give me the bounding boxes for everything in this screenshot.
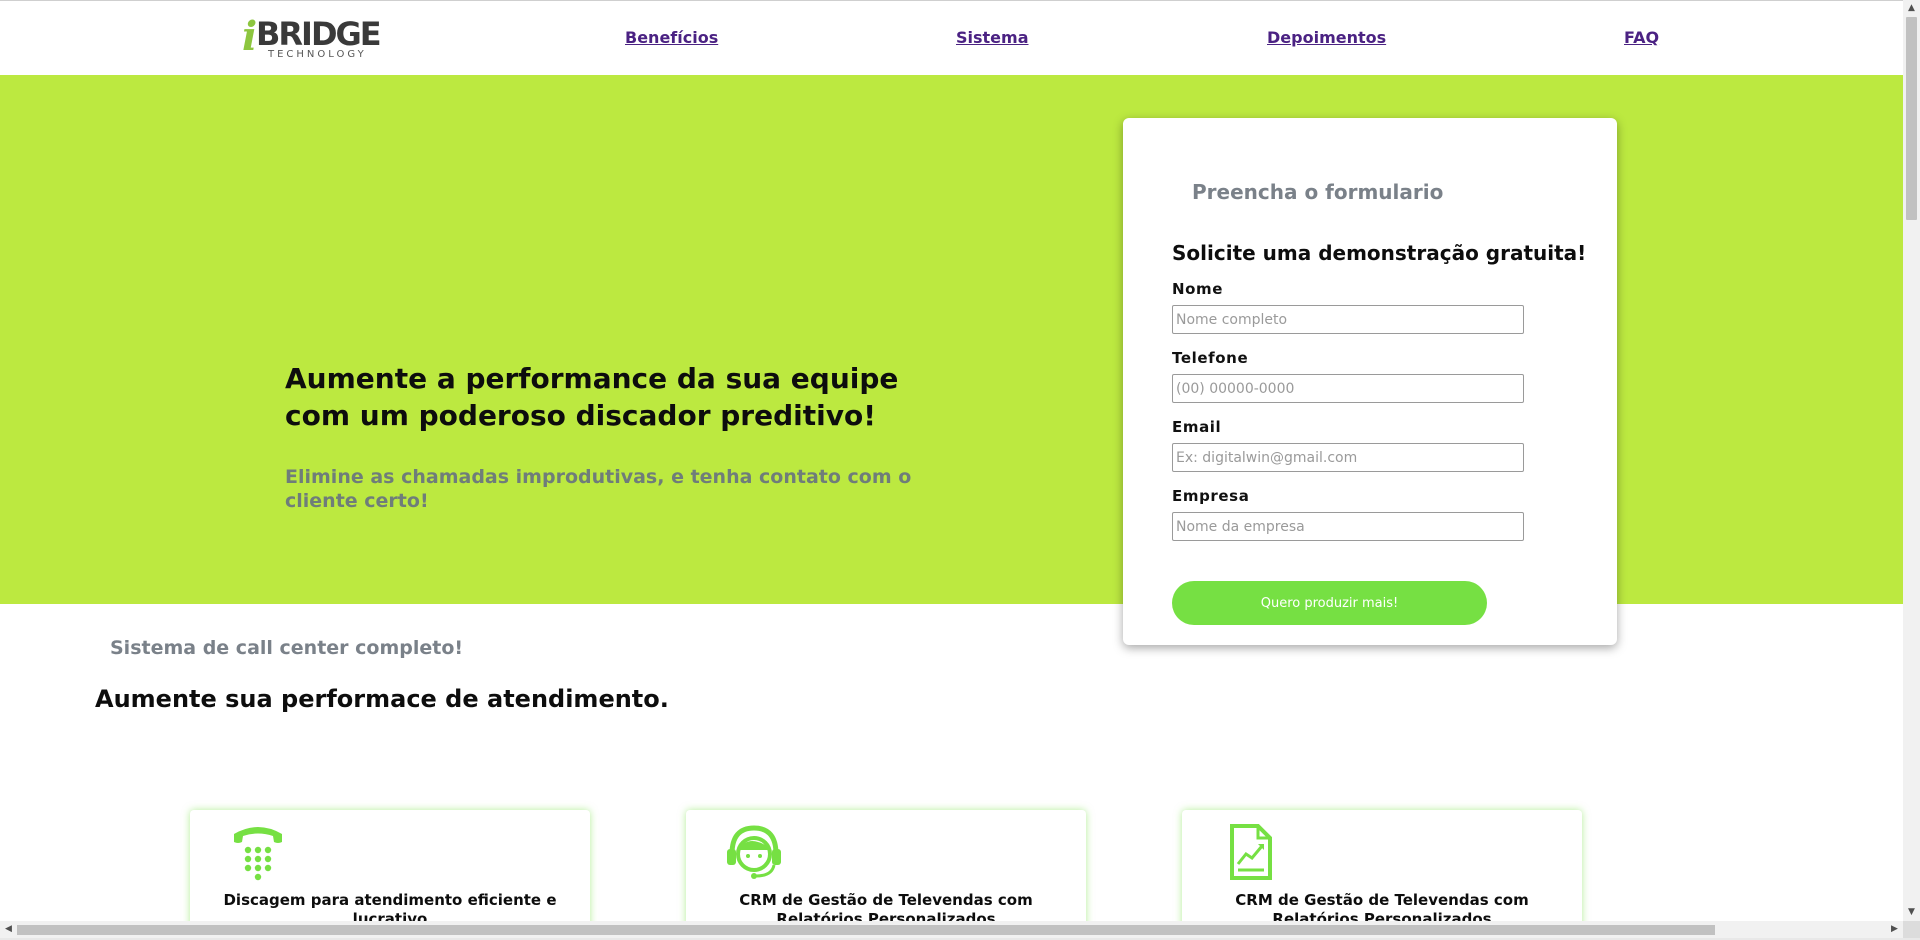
hero-title: Aumente a performance da sua equipe com … bbox=[285, 362, 899, 432]
ibridge-logo[interactable]: i BRIDGE TECHNOLOGY bbox=[242, 15, 382, 63]
section-kicker: Sistema de call center completo! bbox=[110, 637, 464, 659]
nav-link-beneficios[interactable]: Benefícios bbox=[625, 28, 718, 47]
form-title: Solicite uma demonstração gratuita! bbox=[1172, 241, 1587, 265]
report-chart-icon bbox=[1230, 824, 1272, 880]
feature-title: CRM de Gestão de Televendas com Relatóri… bbox=[1235, 891, 1529, 921]
email-label: Email bbox=[1172, 418, 1222, 436]
page-viewport: i BRIDGE TECHNOLOGY Benefícios Sistema D… bbox=[0, 0, 1903, 921]
submit-button[interactable]: Quero produzir mais! bbox=[1172, 581, 1487, 625]
scroll-left-arrow-icon[interactable]: ◀ bbox=[0, 921, 17, 938]
logo-i-letter: i bbox=[242, 13, 258, 60]
name-label: Nome bbox=[1172, 280, 1224, 298]
nav-link-faq[interactable]: FAQ bbox=[1624, 28, 1659, 47]
logo-wordmark: BRIDGE bbox=[256, 15, 382, 53]
vertical-scrollbar[interactable]: ▲ ▼ bbox=[1903, 0, 1920, 921]
feature-title: Discagem para atendimento eficiente e lu… bbox=[223, 891, 557, 921]
hero-section: Aumente a performance da sua equipe com … bbox=[0, 75, 1903, 604]
site-header: i BRIDGE TECHNOLOGY Benefícios Sistema D… bbox=[0, 1, 1903, 75]
nav-link-sistema[interactable]: Sistema bbox=[956, 28, 1029, 47]
hero-subtitle: Elimine as chamadas improdutivas, e tenh… bbox=[285, 466, 912, 512]
scroll-up-arrow-icon[interactable]: ▲ bbox=[1903, 0, 1920, 17]
form-kicker: Preencha o formulario bbox=[1192, 180, 1444, 204]
company-label: Empresa bbox=[1172, 487, 1250, 505]
logo-tagline: TECHNOLOGY bbox=[268, 49, 367, 60]
name-input[interactable] bbox=[1172, 305, 1524, 334]
company-input[interactable] bbox=[1172, 512, 1524, 541]
email-input[interactable] bbox=[1172, 443, 1524, 472]
demo-request-form: Preencha o formulario Solicite uma demon… bbox=[1123, 118, 1617, 645]
feature-card-reports[interactable]: CRM de Gestão de Televendas com Relatóri… bbox=[1182, 810, 1582, 921]
vertical-scroll-thumb[interactable] bbox=[1906, 17, 1917, 220]
feature-card-crm[interactable]: CRM de Gestão de Televendas com Relatóri… bbox=[686, 810, 1086, 921]
feature-title: CRM de Gestão de Televendas com Relatóri… bbox=[739, 891, 1033, 921]
telephone-icon bbox=[234, 827, 282, 881]
nav-link-depoimentos[interactable]: Depoimentos bbox=[1267, 28, 1386, 47]
scrollbar-corner bbox=[1903, 921, 1920, 938]
section-title: Aumente sua performace de atendimento. bbox=[95, 685, 669, 713]
scroll-right-arrow-icon[interactable]: ▶ bbox=[1886, 921, 1903, 938]
headset-agent-icon bbox=[727, 825, 781, 879]
horizontal-scrollbar[interactable]: ◀ ▶ bbox=[0, 921, 1903, 938]
scroll-down-arrow-icon[interactable]: ▼ bbox=[1903, 904, 1920, 921]
feature-card-dialer[interactable]: Discagem para atendimento eficiente e lu… bbox=[190, 810, 590, 921]
phone-input[interactable] bbox=[1172, 374, 1524, 403]
phone-label: Telefone bbox=[1172, 349, 1249, 367]
horizontal-scroll-thumb[interactable] bbox=[17, 925, 1715, 935]
